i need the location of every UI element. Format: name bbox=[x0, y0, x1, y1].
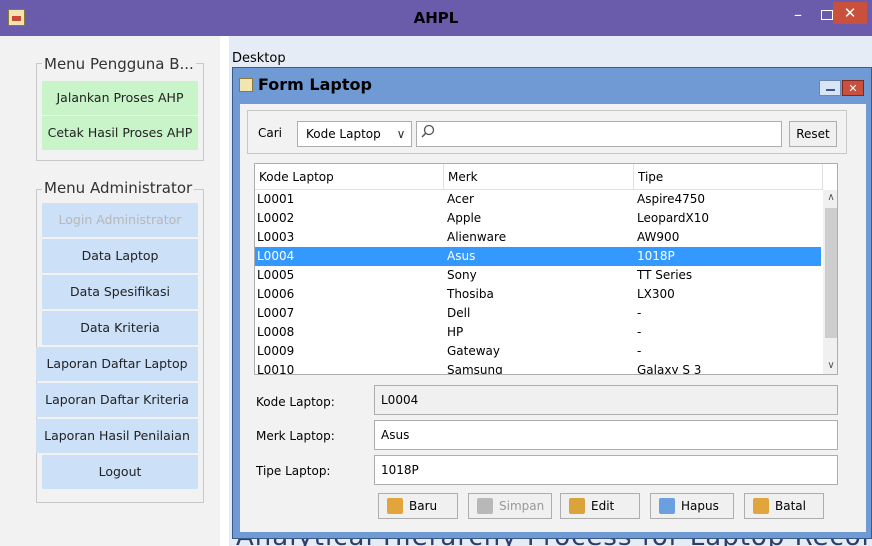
simpan-label: Simpan bbox=[499, 499, 545, 513]
cell-kode: L0005 bbox=[257, 268, 295, 282]
table-row[interactable]: L0010 Samsung Galaxy S 3 bbox=[255, 361, 821, 375]
cell-merk: Dell bbox=[447, 306, 471, 320]
table-row[interactable]: L0002 Apple LeopardX10 bbox=[255, 209, 821, 228]
criteria-list-report-button[interactable]: Laporan Daftar Kriteria bbox=[36, 383, 198, 417]
scroll-down-icon[interactable]: ∨ bbox=[823, 358, 837, 374]
admin-menu-title: Menu Administrator bbox=[42, 179, 195, 197]
minimize-button[interactable]: – bbox=[787, 4, 809, 26]
column-header-tipe[interactable]: Tipe bbox=[634, 164, 823, 190]
tipe-laptop-field[interactable]: 1018P bbox=[374, 455, 838, 485]
laptop-list-report-button[interactable]: Laporan Daftar Laptop bbox=[36, 347, 198, 381]
desktop-label: Desktop bbox=[232, 51, 286, 66]
frame-minimize-button[interactable] bbox=[819, 80, 841, 96]
cell-kode: L0002 bbox=[257, 211, 295, 225]
batal-label: Batal bbox=[775, 499, 806, 513]
frame-close-button[interactable]: ✕ bbox=[842, 80, 864, 96]
cell-kode: L0009 bbox=[257, 344, 295, 358]
data-kriteria-button[interactable]: Data Kriteria bbox=[42, 311, 198, 345]
search-label: Cari bbox=[258, 126, 282, 140]
cell-merk: Sony bbox=[447, 268, 477, 282]
merk-laptop-field[interactable]: Asus bbox=[374, 420, 838, 450]
cell-merk: Thosiba bbox=[447, 287, 494, 301]
cell-merk: Asus bbox=[447, 249, 476, 263]
table-row[interactable]: L0001 Acer Aspire4750 bbox=[255, 190, 821, 209]
cell-kode: L0010 bbox=[257, 363, 295, 375]
merk-laptop-label: Merk Laptop: bbox=[256, 429, 335, 443]
cell-tipe: 1018P bbox=[637, 249, 675, 263]
reset-button[interactable]: Reset bbox=[789, 121, 837, 147]
table-row[interactable]: L0007 Dell - bbox=[255, 304, 821, 323]
simpan-button[interactable]: Simpan bbox=[468, 493, 552, 519]
baru-label: Baru bbox=[409, 499, 438, 513]
table-row[interactable]: L0005 Sony TT Series bbox=[255, 266, 821, 285]
close-button[interactable]: ✕ bbox=[833, 2, 867, 24]
cell-kode: L0004 bbox=[257, 249, 295, 263]
form-title: Form Laptop bbox=[258, 75, 372, 94]
column-header-kode[interactable]: Kode Laptop bbox=[255, 164, 444, 190]
laptop-table[interactable]: Kode Laptop Merk Tipe L0001 Acer Aspire475… bbox=[254, 163, 838, 375]
login-admin-button[interactable]: Login Administrator bbox=[42, 203, 198, 237]
baru-button[interactable]: Baru bbox=[378, 493, 458, 519]
chevron-down-icon[interactable]: ∨ bbox=[393, 121, 409, 147]
cell-tipe: - bbox=[637, 306, 642, 320]
kode-laptop-field[interactable]: L0004 bbox=[374, 385, 838, 415]
cell-kode: L0008 bbox=[257, 325, 295, 339]
logout-button[interactable]: Logout bbox=[42, 455, 198, 489]
edit-pencil-icon bbox=[569, 498, 585, 514]
data-laptop-button[interactable]: Data Laptop bbox=[42, 239, 198, 273]
database-delete-icon bbox=[659, 498, 675, 514]
scroll-up-icon[interactable]: ∧ bbox=[823, 190, 837, 206]
table-row[interactable]: L0006 Thosiba LX300 bbox=[255, 285, 821, 304]
run-ahp-button[interactable]: Jalankan Proses AHP bbox=[42, 81, 198, 115]
hapus-label: Hapus bbox=[681, 499, 719, 513]
table-row[interactable]: L0004 Asus 1018P bbox=[255, 247, 821, 266]
database-add-icon bbox=[387, 498, 403, 514]
cell-tipe: AW900 bbox=[637, 230, 680, 244]
table-row[interactable]: L0009 Gateway - bbox=[255, 342, 821, 361]
cell-tipe: - bbox=[637, 325, 642, 339]
search-input[interactable] bbox=[416, 121, 782, 147]
java-frame-icon bbox=[239, 78, 253, 92]
cell-merk: Alienware bbox=[447, 230, 507, 244]
batal-button[interactable]: Batal bbox=[744, 493, 824, 519]
print-ahp-result-button[interactable]: Cetak Hasil Proses AHP bbox=[42, 116, 198, 150]
cell-kode: L0007 bbox=[257, 306, 295, 320]
cell-tipe: Aspire4750 bbox=[637, 192, 706, 206]
edit-label: Edit bbox=[591, 499, 615, 513]
database-save-icon bbox=[477, 498, 493, 514]
cell-merk: Apple bbox=[447, 211, 482, 225]
assessment-report-button[interactable]: Laporan Hasil Penilaian bbox=[36, 419, 198, 453]
user-menu-title: Menu Pengguna B... bbox=[42, 55, 196, 73]
cell-merk: Acer bbox=[447, 192, 474, 206]
cell-kode: L0006 bbox=[257, 287, 295, 301]
hapus-button[interactable]: Hapus bbox=[650, 493, 734, 519]
cell-tipe: LeopardX10 bbox=[637, 211, 709, 225]
cell-merk: Gateway bbox=[447, 344, 501, 358]
title-bar[interactable] bbox=[0, 0, 872, 36]
cell-merk: Samsung bbox=[447, 363, 503, 375]
cell-kode: L0003 bbox=[257, 230, 295, 244]
cell-kode: L0001 bbox=[257, 192, 295, 206]
kode-laptop-label: Kode Laptop: bbox=[256, 395, 335, 409]
cell-tipe: LX300 bbox=[637, 287, 675, 301]
tipe-laptop-label: Tipe Laptop: bbox=[256, 464, 331, 478]
table-row[interactable]: L0003 Alienware AW900 bbox=[255, 228, 821, 247]
database-cancel-icon bbox=[753, 498, 769, 514]
search-icon bbox=[421, 124, 435, 138]
cell-tipe: Galaxy S 3 bbox=[637, 363, 702, 375]
column-header-merk[interactable]: Merk bbox=[444, 164, 634, 190]
java-app-icon bbox=[8, 9, 25, 26]
cell-tipe: - bbox=[637, 344, 642, 358]
data-spesifikasi-button[interactable]: Data Spesifikasi bbox=[42, 275, 198, 309]
scrollbar-thumb[interactable] bbox=[825, 208, 837, 338]
table-row[interactable]: L0008 HP - bbox=[255, 323, 821, 342]
cell-tipe: TT Series bbox=[637, 268, 693, 282]
cell-merk: HP bbox=[447, 325, 464, 339]
edit-button[interactable]: Edit bbox=[560, 493, 640, 519]
